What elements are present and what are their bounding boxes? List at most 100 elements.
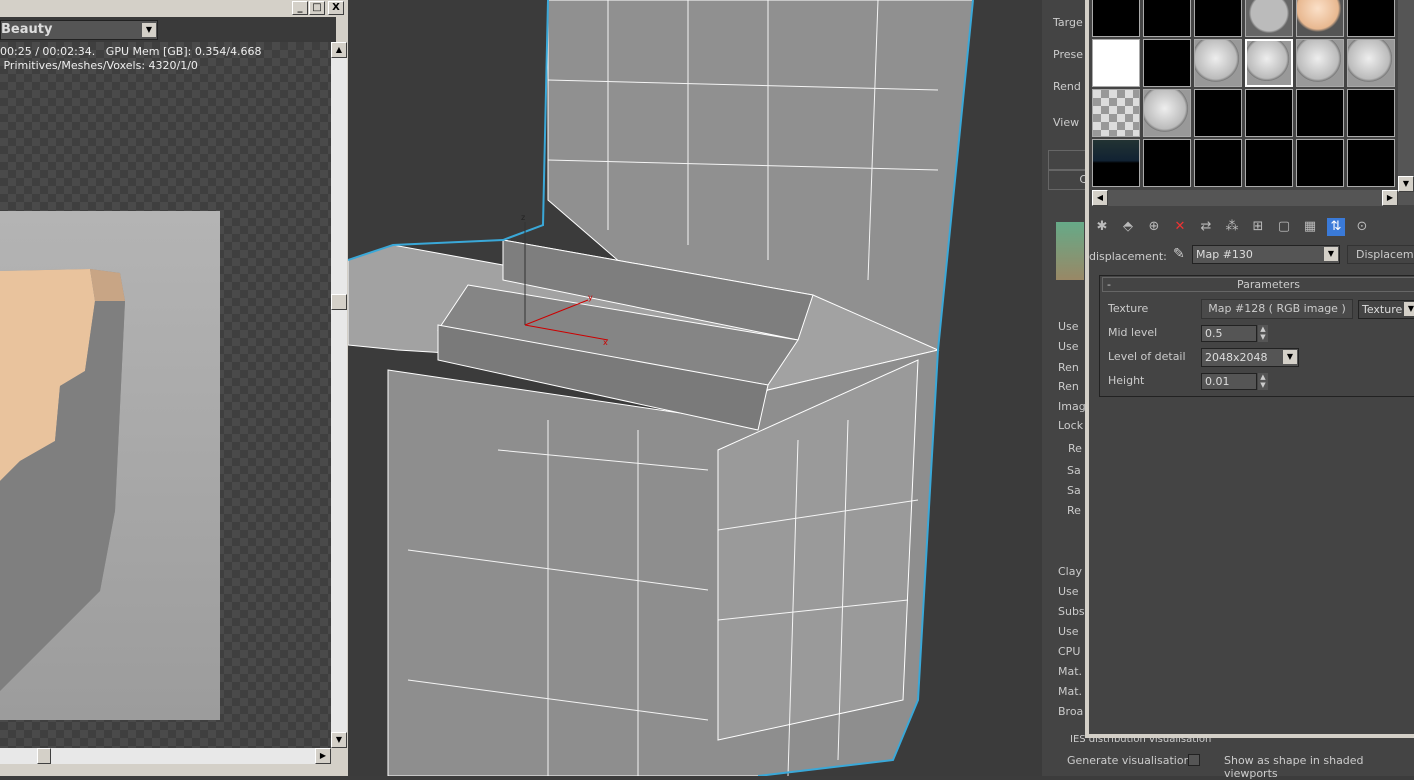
material-slot-black[interactable] (1143, 139, 1191, 187)
height-input[interactable]: 0.01 (1201, 373, 1257, 390)
material-slot-sphere[interactable] (1143, 89, 1191, 137)
mid-level-input[interactable]: 0.5 (1201, 325, 1257, 342)
chevron-down-icon: ▼ (142, 23, 156, 37)
material-slot-sphere[interactable] (1347, 39, 1395, 87)
mid-level-spinner[interactable]: ▲ ▼ (1258, 325, 1268, 342)
render-stats-primitives: Primitives/Meshes/Voxels: 4320/1/0 (0, 59, 198, 72)
level-of-detail-label: Level of detail (1108, 350, 1186, 363)
maximize-button[interactable]: □ (309, 1, 325, 15)
eyedropper-icon[interactable]: ✎ (1173, 246, 1185, 262)
rendered-image (0, 211, 220, 720)
label-ren-2: Ren (1058, 380, 1079, 393)
label-re: Re (1067, 504, 1081, 517)
label-image: Imag (1058, 400, 1086, 413)
material-slot-checker-sphere[interactable] (1245, 0, 1293, 37)
material-id-icon[interactable]: ▢ (1275, 218, 1293, 236)
minimize-button[interactable]: _ (292, 1, 308, 15)
horizontal-scrollbar[interactable]: ▶ (0, 748, 331, 764)
material-slot-black[interactable] (1347, 139, 1395, 187)
texture-mode-dropdown[interactable]: Texture ▼ (1358, 300, 1414, 319)
reset-icon[interactable]: ✕ (1171, 218, 1189, 236)
sample-slots-grid (1092, 0, 1398, 189)
scroll-down-icon[interactable]: ▼ (1398, 176, 1414, 192)
scroll-right-icon[interactable]: ▶ (1382, 190, 1398, 206)
material-slot-sphere[interactable] (1296, 39, 1344, 87)
label-use-2: Use (1058, 340, 1079, 353)
label-clay: Clay (1058, 565, 1082, 578)
generate-visualisation-checkbox[interactable] (1188, 754, 1200, 766)
slots-horizontal-scrollbar[interactable]: ◀ ▶ (1092, 190, 1398, 206)
label-subs: Subs (1058, 605, 1085, 618)
label-broad: Broa (1058, 705, 1084, 718)
texture-map-button[interactable]: Map #128 ( RGB image ) (1201, 299, 1353, 319)
scroll-down-icon[interactable]: ▼ (331, 732, 347, 748)
label-sa-1: Sa (1067, 464, 1081, 477)
lod-value: 2048x2048 (1205, 351, 1268, 364)
material-slot-black[interactable] (1143, 39, 1191, 87)
make-unique-icon[interactable]: ⁂ (1223, 218, 1241, 236)
channel-value: Beauty (1, 22, 53, 37)
show-end-result-icon[interactable]: ⇅ (1327, 218, 1345, 236)
material-slot-black[interactable] (1347, 0, 1395, 37)
copy-material-icon[interactable]: ⇄ (1197, 218, 1215, 236)
wireframe-geometry: z y x (348, 0, 974, 776)
material-slot-black[interactable] (1092, 0, 1140, 37)
rendered-geometry (0, 269, 125, 691)
material-slot-white[interactable] (1092, 39, 1140, 87)
material-slot-black[interactable] (1245, 89, 1293, 137)
scroll-left-icon[interactable]: ◀ (1092, 190, 1108, 206)
material-slot-black[interactable] (1296, 139, 1344, 187)
map-name-field[interactable]: Map #130 ▼ (1192, 245, 1340, 264)
go-to-parent-icon[interactable]: ⊙ (1353, 218, 1371, 236)
channel-dropdown[interactable]: Beauty ▼ (0, 20, 158, 40)
rollout-title: Parameters (1237, 278, 1300, 291)
material-slot-black[interactable] (1347, 89, 1395, 137)
material-slot-sphere[interactable] (1194, 39, 1242, 87)
put-to-scene-icon[interactable]: ⬘ (1119, 218, 1137, 236)
label-renderer: Rend (1053, 80, 1081, 93)
material-slot-black[interactable] (1245, 139, 1293, 187)
material-slot-black[interactable] (1194, 139, 1242, 187)
button-c[interactable]: C (1048, 170, 1088, 190)
label-mat-2: Mat. (1058, 685, 1083, 698)
chevron-down-icon: ▼ (1404, 302, 1414, 316)
height-label: Height (1108, 374, 1145, 387)
get-material-icon[interactable]: ✱ (1093, 218, 1111, 236)
map-name-value: Map #130 (1196, 248, 1253, 261)
label-view: View (1053, 116, 1080, 129)
scroll-right-icon[interactable]: ▶ (315, 748, 331, 764)
material-slot-black[interactable] (1296, 89, 1344, 137)
material-slot-black[interactable] (1194, 0, 1242, 37)
chevron-down-icon: ▼ (1324, 247, 1338, 261)
label-use-4: Use (1058, 625, 1079, 638)
scroll-thumb[interactable] (37, 748, 51, 764)
material-slot-black[interactable] (1143, 0, 1191, 37)
material-slot-sphere-selected[interactable] (1245, 39, 1293, 87)
material-slot-black[interactable] (1194, 89, 1242, 137)
texture-label: Texture (1108, 302, 1149, 315)
parameters-rollout: - Parameters Texture Map #128 ( RGB imag… (1099, 275, 1414, 397)
render-button[interactable] (1048, 150, 1088, 170)
material-editor-window: ▼ ◀ ▶ ✱ ⬘ ⊕ ✕ ⇄ ⁂ ⊞ ▢ ▦ ⇅ ⊙ displacement: ✎ Map #1… (1085, 0, 1414, 738)
chevron-down-icon: ▼ (1283, 350, 1297, 364)
height-spinner[interactable]: ▲ ▼ (1258, 373, 1268, 390)
vertical-scrollbar[interactable]: ▲ ▼ (331, 42, 347, 748)
rollout-header[interactable]: - Parameters (1102, 277, 1414, 292)
close-button[interactable]: X (328, 1, 344, 15)
put-to-library-icon[interactable]: ⊞ (1249, 218, 1267, 236)
label-ren-1: Ren (1058, 361, 1079, 374)
material-slot-checker[interactable] (1092, 89, 1140, 137)
assign-to-selection-icon[interactable]: ⊕ (1145, 218, 1163, 236)
rollout-toggle[interactable]: - (1107, 278, 1111, 291)
scroll-thumb[interactable] (331, 294, 347, 310)
material-slot-skin-sphere[interactable] (1296, 0, 1344, 37)
map-type-button[interactable]: Displacement (1347, 245, 1414, 264)
slots-vertical-scrollbar[interactable]: ▼ (1398, 0, 1414, 205)
axis-y-label: y (588, 293, 593, 302)
label-lock: Lock (1058, 419, 1084, 432)
scroll-up-icon[interactable]: ▲ (331, 42, 347, 58)
material-slot-env[interactable] (1092, 139, 1140, 187)
viewport-3d[interactable]: z y x (348, 0, 1042, 776)
show-map-icon[interactable]: ▦ (1301, 218, 1319, 236)
level-of-detail-dropdown[interactable]: 2048x2048 ▼ (1201, 348, 1299, 367)
